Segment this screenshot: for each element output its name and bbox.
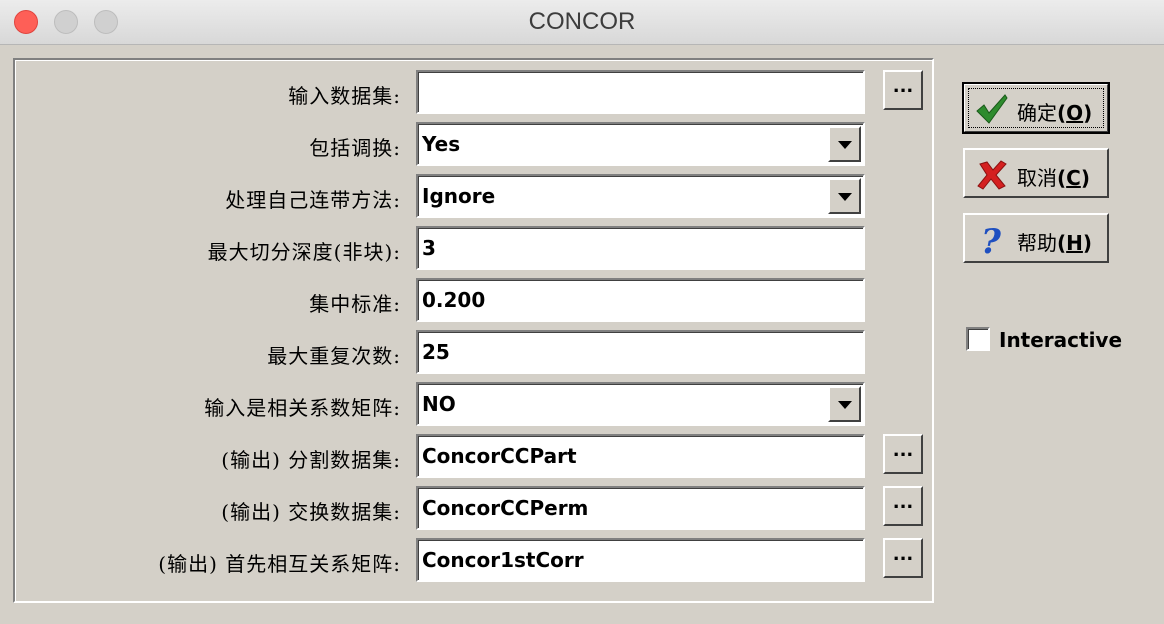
ok-button[interactable]: 确定(O) bbox=[962, 82, 1110, 134]
red-x-icon bbox=[977, 160, 1007, 190]
row-max-split-depth: 最大切分深度(非块): 3 bbox=[15, 226, 932, 270]
output-partition-label: (输出) 分割数据集: bbox=[221, 448, 401, 472]
row-output-first-correlation: (输出) 首先相互关系矩阵: Concor1stCorr ... bbox=[15, 538, 932, 582]
chevron-down-icon bbox=[838, 193, 852, 201]
row-include-transpose: 包括调换: Yes bbox=[15, 122, 932, 166]
window-title: CONCOR bbox=[528, 8, 636, 35]
output-permutation-label: (输出) 交换数据集: bbox=[221, 500, 401, 524]
title-bar: CONCOR bbox=[0, 0, 1164, 45]
input-is-correlation-dropdown[interactable]: NO bbox=[416, 382, 865, 426]
row-convergence-criterion: 集中标准: 0.200 bbox=[15, 278, 932, 322]
output-first-correlation-field[interactable]: Concor1stCorr bbox=[416, 538, 865, 582]
input-is-correlation-value: NO bbox=[422, 392, 456, 416]
svg-text:?: ? bbox=[981, 223, 1002, 257]
checkmark-icon bbox=[976, 94, 1008, 124]
output-permutation-field[interactable]: ConcorCCPerm bbox=[416, 486, 865, 530]
chevron-down-icon bbox=[838, 401, 852, 409]
row-self-ties-method: 处理自己连带方法: Ignore bbox=[15, 174, 932, 218]
max-split-depth-field[interactable]: 3 bbox=[416, 226, 865, 270]
chevron-down-icon bbox=[838, 141, 852, 149]
parameters-panel: 输入数据集: ... 包括调换: Yes 处理自己连带方法: Ignore 最大… bbox=[13, 58, 934, 603]
row-max-iterations: 最大重复次数: 25 bbox=[15, 330, 932, 374]
self-ties-method-value: Ignore bbox=[422, 184, 496, 208]
output-first-correlation-label: (输出) 首先相互关系矩阵: bbox=[158, 552, 401, 576]
output-permutation-browse-button[interactable]: ... bbox=[883, 486, 923, 526]
convergence-criterion-field[interactable]: 0.200 bbox=[416, 278, 865, 322]
row-input-dataset: 输入数据集: ... bbox=[15, 70, 932, 114]
dropdown-arrow-button[interactable] bbox=[828, 178, 861, 214]
question-icon: ? bbox=[981, 223, 1002, 257]
output-first-correlation-browse-button[interactable]: ... bbox=[883, 538, 923, 578]
interactive-checkbox-label[interactable]: Interactive bbox=[999, 328, 1122, 352]
row-output-partition: (输出) 分割数据集: ConcorCCPart ... bbox=[15, 434, 932, 478]
include-transpose-dropdown[interactable]: Yes bbox=[416, 122, 865, 166]
include-transpose-label: 包括调换: bbox=[309, 136, 401, 160]
input-dataset-field[interactable] bbox=[416, 70, 865, 114]
cancel-button-label: 取消(C) bbox=[1017, 166, 1090, 190]
self-ties-method-dropdown[interactable]: Ignore bbox=[416, 174, 865, 218]
dropdown-arrow-button[interactable] bbox=[828, 126, 861, 162]
include-transpose-value: Yes bbox=[422, 132, 461, 156]
self-ties-method-label: 处理自己连带方法: bbox=[225, 188, 401, 212]
input-is-correlation-label: 输入是相关系数矩阵: bbox=[204, 396, 401, 420]
input-dataset-browse-button[interactable]: ... bbox=[883, 70, 923, 110]
row-input-is-correlation: 输入是相关系数矩阵: NO bbox=[15, 382, 932, 426]
interactive-checkbox[interactable] bbox=[966, 327, 990, 351]
help-button-label: 帮助(H) bbox=[1017, 231, 1093, 255]
input-dataset-label: 输入数据集: bbox=[288, 84, 401, 108]
output-partition-field[interactable]: ConcorCCPart bbox=[416, 434, 865, 478]
output-partition-browse-button[interactable]: ... bbox=[883, 434, 923, 474]
max-iterations-label: 最大重复次数: bbox=[267, 344, 401, 368]
dropdown-arrow-button[interactable] bbox=[828, 386, 861, 422]
cancel-button[interactable]: 取消(C) bbox=[963, 148, 1109, 198]
max-iterations-field[interactable]: 25 bbox=[416, 330, 865, 374]
row-output-permutation: (输出) 交换数据集: ConcorCCPerm ... bbox=[15, 486, 932, 530]
help-button[interactable]: ? 帮助(H) bbox=[963, 213, 1109, 263]
max-split-depth-label: 最大切分深度(非块): bbox=[207, 240, 401, 264]
ok-button-label: 确定(O) bbox=[1017, 101, 1093, 125]
convergence-criterion-label: 集中标准: bbox=[309, 292, 401, 316]
